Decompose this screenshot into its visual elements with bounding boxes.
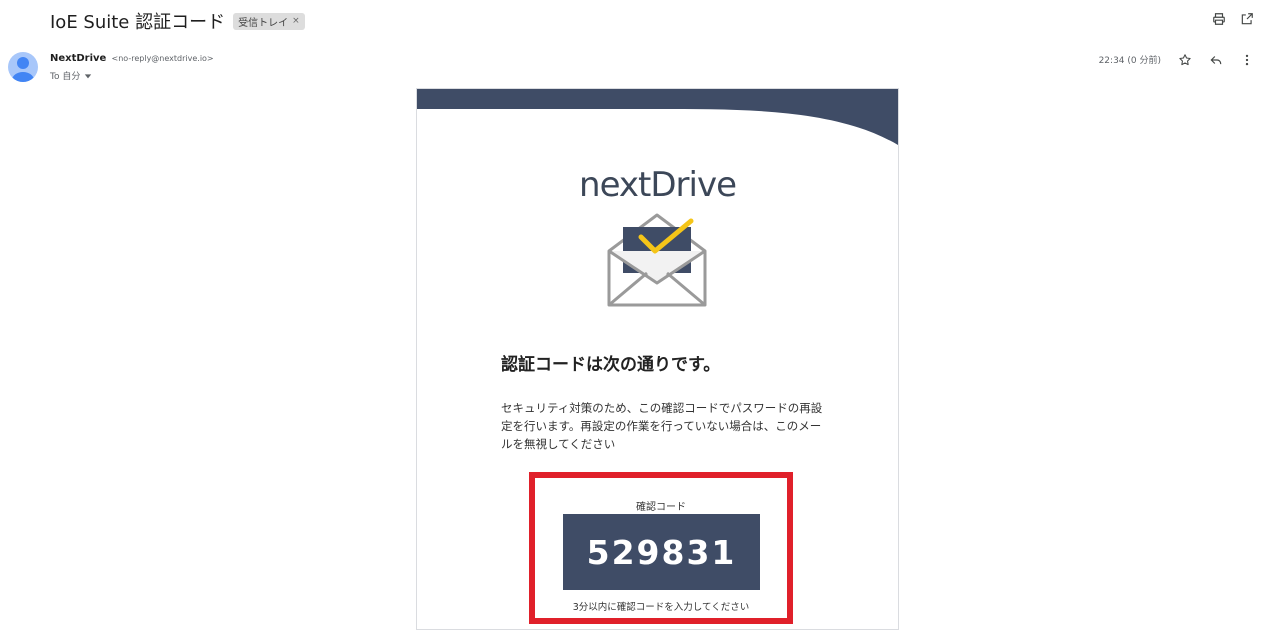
print-icon[interactable] — [1211, 11, 1226, 26]
verification-code-box: 確認コード 529831 3分以内に確認コードを入力してください — [529, 472, 793, 624]
sender-line: NextDrive <no-reply@nextdrive.io> — [50, 53, 214, 64]
sender-name[interactable]: NextDrive — [50, 53, 106, 64]
code-expiry-note: 3分以内に確認コードを入力してください — [572, 602, 750, 613]
inbox-label-chip[interactable]: 受信トレイ × — [233, 12, 305, 30]
recipient-toggle[interactable]: To 自分 — [50, 69, 92, 82]
star-icon[interactable] — [1177, 52, 1192, 67]
brand-logo: nextDrive — [579, 165, 737, 205]
message-meta: 22:34 (0 分前) — [1099, 52, 1254, 67]
message-body-text: セキュリティ対策のため、この確認コードでパスワードの再設定を行います。再設定の作… — [501, 401, 823, 451]
more-vertical-icon[interactable] — [1239, 52, 1254, 67]
code-label: 確認コード — [636, 502, 686, 513]
email-body-card: nextDrive 認証コードは次の通りです。 セキュリティ対策のため、この確認… — [416, 88, 899, 630]
header-wave-banner — [417, 89, 898, 145]
code-panel: 529831 — [563, 514, 760, 590]
remove-label-button[interactable]: × — [292, 16, 300, 26]
open-in-new-window-icon[interactable] — [1239, 11, 1254, 26]
chevron-down-icon[interactable] — [84, 72, 92, 80]
subject-row: IoE Suite 認証コード 受信トレイ × — [50, 9, 305, 33]
recipient-text: To 自分 — [50, 72, 81, 82]
inbox-label-text: 受信トレイ — [238, 17, 289, 29]
top-actions — [1211, 11, 1254, 26]
verification-code[interactable]: 529831 — [587, 533, 737, 572]
email-subject: IoE Suite 認証コード — [50, 12, 226, 33]
timestamp: 22:34 (0 分前) — [1098, 56, 1161, 66]
user-avatar-icon[interactable] — [8, 52, 38, 82]
sender-email: <no-reply@nextdrive.io> — [111, 54, 214, 63]
reply-icon[interactable] — [1208, 52, 1223, 67]
message-heading: 認証コードは次の通りです。 — [501, 355, 721, 375]
envelope-check-icon — [607, 213, 707, 307]
